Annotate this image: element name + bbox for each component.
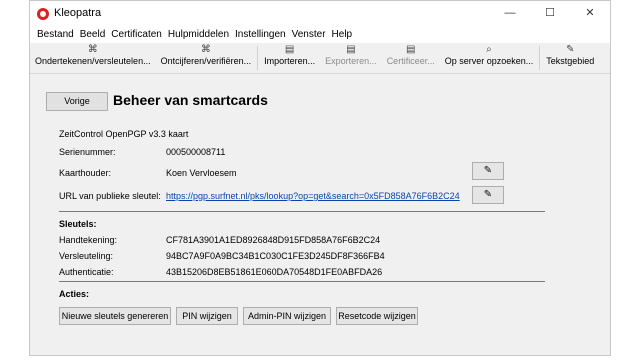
import-icon: ▤ xyxy=(284,44,295,55)
url-label: URL van publieke sleutel: xyxy=(59,191,161,201)
notepad-button[interactable]: ✎ Tekstgebied xyxy=(541,43,599,73)
divider xyxy=(59,211,545,212)
authentication-value: 43B15206D8EB51861E060DA70548D1FE0ABFDA26 xyxy=(166,267,383,277)
edit-holder-button[interactable]: ✎ xyxy=(472,162,504,180)
divider xyxy=(59,281,545,282)
menu-instellingen[interactable]: Instellingen xyxy=(232,27,289,43)
import-label: Importeren... xyxy=(264,56,316,66)
sign-encrypt-icon: ⌘ xyxy=(87,44,98,55)
menu-hulpmiddelen[interactable]: Hulpmiddelen xyxy=(165,27,232,43)
sign-encrypt-label: Ondertekenen/versleutelen... xyxy=(35,56,151,66)
certify-button[interactable]: ▤ Certificeer... xyxy=(382,43,440,73)
certify-icon: ▤ xyxy=(405,44,416,55)
close-button[interactable]: ✕ xyxy=(580,5,600,21)
edit-url-button[interactable]: ✎ xyxy=(472,186,504,204)
serial-label: Serienummer: xyxy=(59,147,116,157)
card-type: ZeitControl OpenPGP v3.3 kaart xyxy=(59,129,189,139)
sign-encrypt-button[interactable]: ⌘ Ondertekenen/versleutelen... xyxy=(30,43,156,73)
decrypt-verify-icon: ⌘ xyxy=(200,44,211,55)
title-bar: Kleopatra — ☐ ✕ xyxy=(30,1,610,27)
import-button[interactable]: ▤ Importeren... xyxy=(259,43,320,73)
pen-icon: ✎ xyxy=(483,165,493,176)
serial-value: 000500008711 xyxy=(166,147,226,157)
change-admin-pin-button[interactable]: Admin-PIN wijzigen xyxy=(243,307,331,325)
smartcard-panel: Vorige Beheer van smartcards ZeitControl… xyxy=(30,74,610,356)
certify-label: Certificeer... xyxy=(386,56,435,66)
change-reset-code-button[interactable]: Resetcode wijzigen xyxy=(336,307,418,325)
menu-venster[interactable]: Venster xyxy=(289,27,329,43)
search-icon: ⌕ xyxy=(486,44,492,55)
encryption-value: 94BC7A9F0A9BC34B1C030C1FE3D245DF8F366FB4 xyxy=(166,251,385,261)
pen-icon: ✎ xyxy=(483,189,493,200)
pen-icon: ✎ xyxy=(566,44,575,55)
notepad-label: Tekstgebied xyxy=(546,56,595,66)
menu-help[interactable]: Help xyxy=(329,27,356,43)
toolbar: ⌘ Ondertekenen/versleutelen... ⌘ Ontcijf… xyxy=(30,43,610,74)
toolbar-separator xyxy=(257,46,259,70)
export-icon: ▤ xyxy=(346,44,356,55)
menu-certificaten[interactable]: Certificaten xyxy=(108,27,165,43)
export-button[interactable]: ▤ Exporteren... xyxy=(320,43,382,73)
back-button[interactable]: Vorige xyxy=(46,92,108,111)
change-pin-button[interactable]: PIN wijzigen xyxy=(176,307,238,325)
decrypt-verify-button[interactable]: ⌘ Ontcijferen/verifiëren... xyxy=(156,43,257,73)
window-title: Kleopatra xyxy=(54,7,102,19)
encryption-label: Versleuteling: xyxy=(59,251,114,261)
signature-value: CF781A3901A1ED8926848D915FD858A76F6B2C24 xyxy=(166,235,381,245)
lookup-server-button[interactable]: ⌕ Op server opzoeken... xyxy=(440,43,539,73)
generate-keys-button[interactable]: Nieuwe sleutels genereren xyxy=(59,307,171,325)
toolbar-separator xyxy=(539,46,541,70)
page-title: Beheer van smartcards xyxy=(113,92,268,108)
lookup-server-label: Op server opzoeken... xyxy=(444,56,534,66)
minimize-button[interactable]: — xyxy=(500,5,520,21)
menu-beeld[interactable]: Beeld xyxy=(77,27,109,43)
holder-value: Koen Vervloesem xyxy=(166,168,237,178)
main-window: Kleopatra — ☐ ✕ Bestand Beeld Certificat… xyxy=(29,0,611,356)
kleopatra-icon xyxy=(37,8,49,20)
menu-bar: Bestand Beeld Certificaten Hulpmiddelen … xyxy=(30,27,610,43)
public-key-url-link[interactable]: https://pgp.surfnet.nl/pks/lookup?op=get… xyxy=(166,191,460,201)
keys-heading: Sleutels: xyxy=(59,219,97,229)
holder-label: Kaarthouder: xyxy=(59,168,112,178)
menu-bestand[interactable]: Bestand xyxy=(34,27,77,43)
export-label: Exporteren... xyxy=(325,56,377,66)
maximize-button[interactable]: ☐ xyxy=(540,5,560,21)
decrypt-verify-label: Ontcijferen/verifiëren... xyxy=(160,56,252,66)
authentication-label: Authenticatie: xyxy=(59,267,114,277)
signature-label: Handtekening: xyxy=(59,235,118,245)
actions-heading: Acties: xyxy=(59,289,90,299)
